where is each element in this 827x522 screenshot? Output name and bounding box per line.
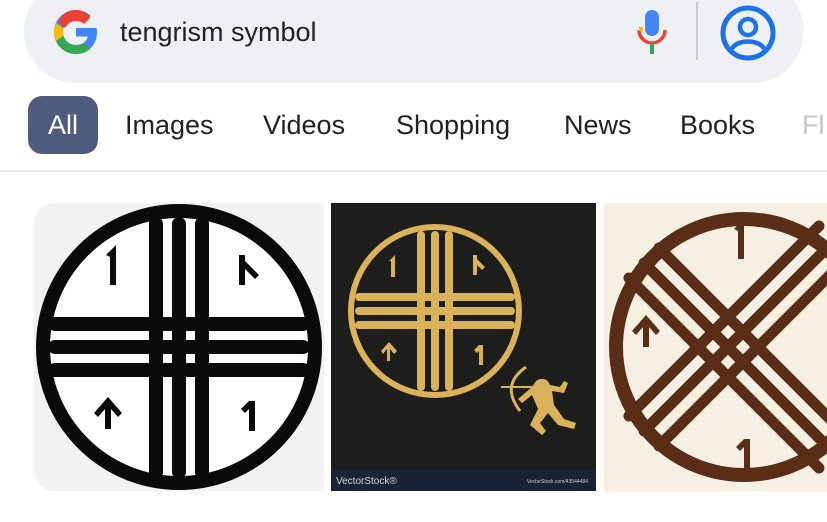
tengri-symbol-brown-image <box>609 212 827 482</box>
tab-images[interactable]: Images <box>125 96 214 154</box>
microphone-icon[interactable] <box>636 10 668 54</box>
tengri-symbol-gold-image <box>331 224 596 491</box>
image-result-2[interactable]: VectorStock® VectorStock.com/43544484 <box>331 203 596 491</box>
search-tabs: All Images Videos Shopping News Books Fl <box>0 96 827 154</box>
tengri-symbol-black-image <box>36 204 322 490</box>
tab-flights[interactable]: Fl <box>802 96 825 154</box>
watermark-url: VectorStock.com/43544484 <box>526 479 588 485</box>
tab-books[interactable]: Books <box>680 96 755 154</box>
tab-shopping[interactable]: Shopping <box>396 96 510 154</box>
search-divider <box>696 2 698 60</box>
tabs-separator <box>0 170 827 172</box>
google-g-icon <box>54 10 97 54</box>
search-input[interactable]: tengrism symbol <box>120 15 317 49</box>
tab-news[interactable]: News <box>564 96 632 154</box>
watermark-text: VectorStock® <box>336 476 397 487</box>
tab-videos[interactable]: Videos <box>263 96 345 154</box>
tab-all[interactable]: All <box>28 96 99 154</box>
image-result-3[interactable] <box>604 203 827 491</box>
account-circle-icon[interactable] <box>720 5 776 61</box>
image-result-1[interactable] <box>34 203 324 491</box>
